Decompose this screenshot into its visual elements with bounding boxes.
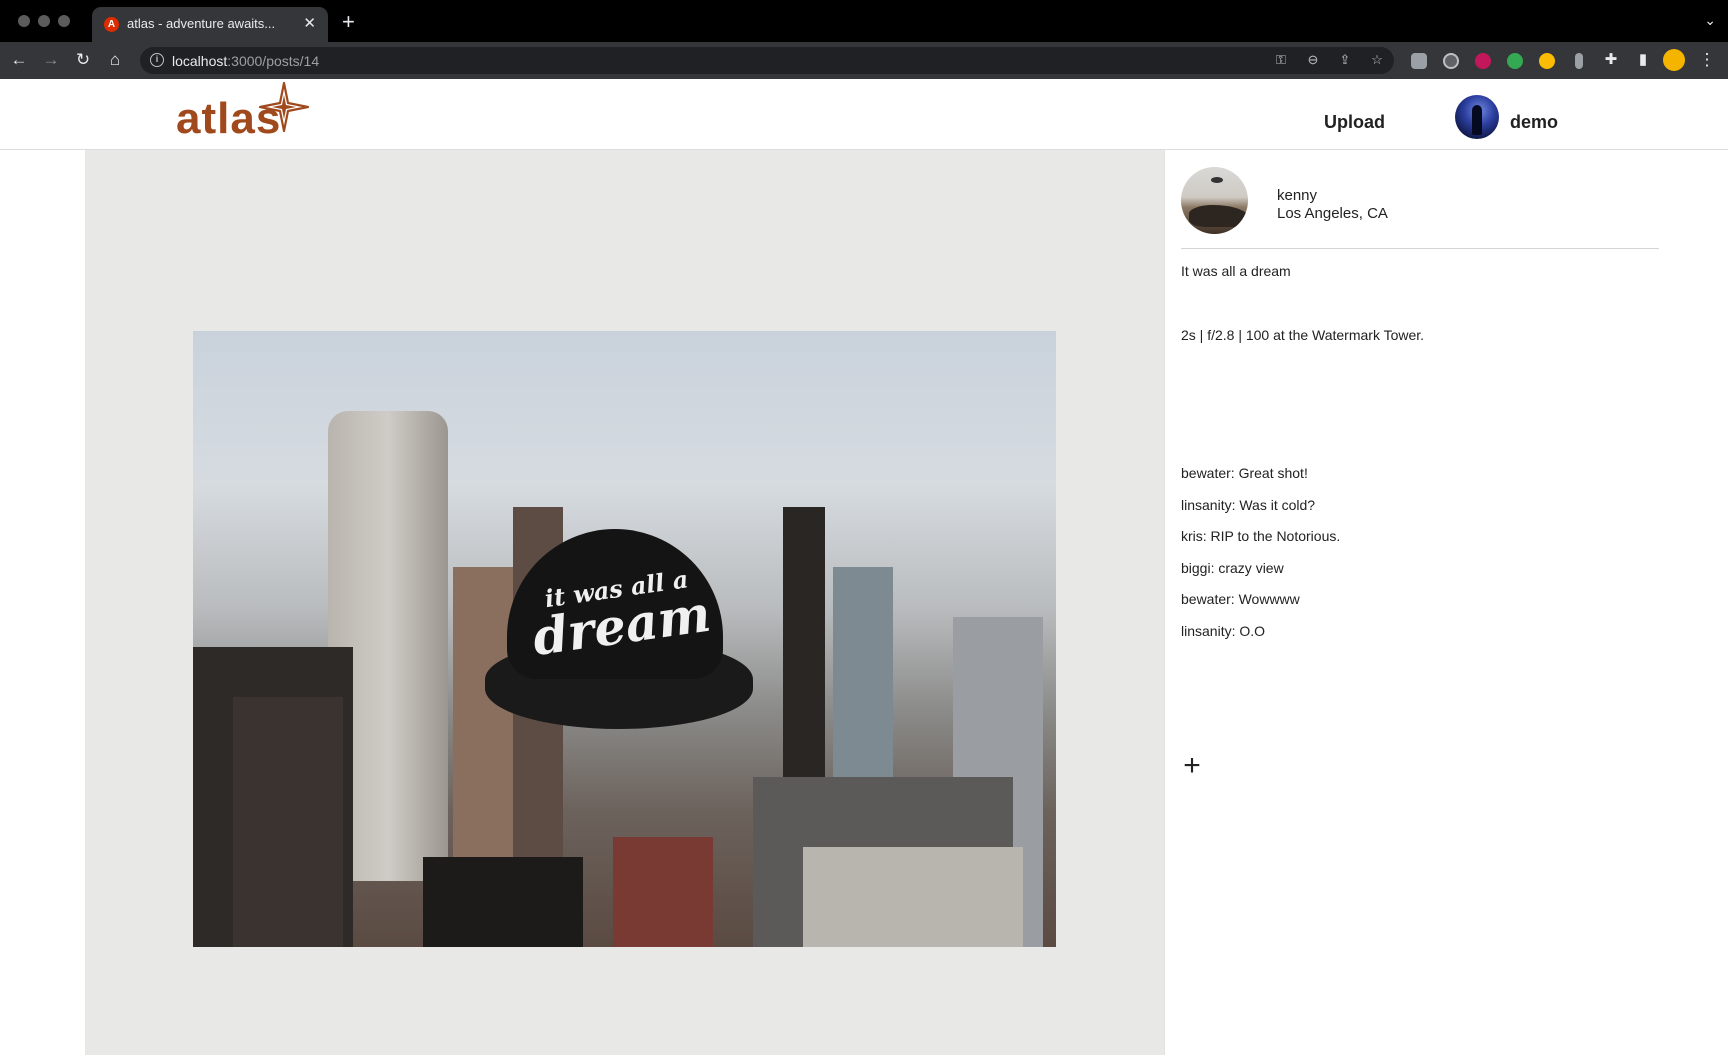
url-text[interactable]: localhost:3000/posts/14: [172, 53, 319, 69]
window-minimize-control[interactable]: [38, 15, 50, 27]
extension-icon[interactable]: [1443, 53, 1459, 69]
plus-icon[interactable]: +: [1179, 751, 1205, 781]
author-location: Los Angeles, CA: [1277, 205, 1388, 222]
post-photo-stage: it was all a dream: [85, 150, 1164, 1055]
site-info-icon[interactable]: i: [150, 53, 164, 67]
new-tab-icon[interactable]: +: [342, 10, 355, 34]
comment-item: kris: RIP to the Notorious.: [1181, 528, 1341, 544]
window-close-control[interactable]: [18, 15, 30, 27]
author-name[interactable]: kenny: [1277, 187, 1317, 204]
close-tab-icon[interactable]: ✕: [303, 15, 316, 32]
browser-tab-bar: A atlas - adventure awaits... ✕ + ⌄: [0, 0, 1728, 42]
back-icon[interactable]: ←: [8, 49, 30, 71]
author-avatar[interactable]: [1181, 167, 1248, 234]
extension-icon[interactable]: [1507, 53, 1523, 69]
bookmark-star-icon[interactable]: ☆: [1369, 52, 1385, 68]
extension-icon[interactable]: [1539, 53, 1555, 69]
extension-icon[interactable]: [1475, 53, 1491, 69]
divider: [1181, 248, 1659, 249]
user-avatar[interactable]: [1455, 95, 1499, 139]
comment-item: biggi: crazy view: [1181, 559, 1284, 576]
post-sidebar: kenny Los Angeles, CA It was all a dream…: [1164, 150, 1728, 1055]
address-bar[interactable]: i localhost:3000/posts/14 ⚿ ⊖ ⇪ ☆: [140, 47, 1394, 74]
tab-title: atlas - adventure awaits...: [127, 16, 276, 31]
post-exif-details: 2s | f/2.8 | 100 at the Watermark Tower.: [1181, 327, 1425, 343]
user-menu-name[interactable]: demo: [1510, 112, 1558, 133]
comment-item: linsanity: O.O: [1181, 622, 1266, 639]
angular-favicon-icon: A: [104, 17, 119, 32]
extension-icon[interactable]: [1575, 53, 1583, 69]
extensions-puzzle-icon[interactable]: ✚: [1600, 49, 1622, 71]
tab-search-chevron-icon[interactable]: ⌄: [1704, 12, 1716, 29]
compass-star-icon: [258, 81, 310, 133]
browser-tab[interactable]: A atlas - adventure awaits... ✕: [92, 7, 328, 42]
comment-item: linsanity: Was it cold?: [1181, 496, 1316, 513]
comment-list: bewater: Great shot! linsanity: Was it c…: [1181, 465, 1340, 654]
reload-icon[interactable]: ↻: [72, 49, 94, 71]
zoom-icon[interactable]: ⊖: [1305, 52, 1321, 68]
profile-avatar-icon[interactable]: [1663, 49, 1685, 71]
forward-icon[interactable]: →: [40, 49, 62, 71]
app-header: atlas Upload demo: [0, 79, 1728, 150]
extension-icon[interactable]: [1411, 53, 1427, 69]
key-icon[interactable]: ⚿: [1273, 52, 1289, 68]
comment-item: bewater: Great shot!: [1181, 465, 1308, 481]
browser-menu-icon[interactable]: ⋮: [1696, 49, 1718, 71]
post-photo: it was all a dream: [193, 331, 1056, 947]
share-icon[interactable]: ⇪: [1337, 52, 1353, 68]
comment-item: bewater: Wowwww: [1181, 591, 1300, 607]
side-panel-icon[interactable]: ▮: [1632, 49, 1654, 71]
snapback-hat: it was all a dream: [485, 529, 753, 735]
home-icon[interactable]: ⌂: [104, 49, 126, 71]
browser-toolbar: ← → ↻ ⌂ i localhost:3000/posts/14 ⚿ ⊖ ⇪ …: [0, 42, 1728, 79]
window-zoom-control[interactable]: [58, 15, 70, 27]
upload-link[interactable]: Upload: [1324, 112, 1385, 133]
post-caption: It was all a dream: [1181, 263, 1291, 279]
